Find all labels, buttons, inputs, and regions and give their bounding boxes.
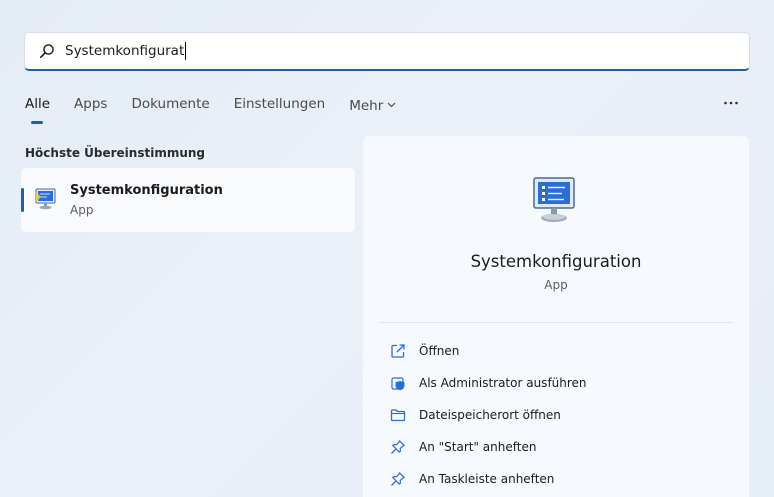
detail-subtitle: App [544, 278, 568, 292]
action-label: An Taskleiste anheften [419, 472, 555, 486]
action-pin-to-start[interactable]: An "Start" anheften [389, 436, 536, 458]
detail-title: Systemkonfiguration [470, 252, 642, 271]
divider [379, 322, 733, 323]
tab-apps[interactable]: Apps [74, 96, 107, 126]
tab-more[interactable]: Mehr [349, 96, 396, 126]
more-horizontal-icon[interactable] [722, 94, 740, 112]
action-label: Als Administrator ausführen [419, 376, 587, 390]
shield-icon [389, 374, 407, 392]
action-label: An "Start" anheften [419, 440, 537, 454]
tab-settings[interactable]: Einstellungen [234, 96, 326, 126]
text-caret [185, 42, 186, 60]
action-pin-to-taskbar[interactable]: An Taskleiste anheften [389, 468, 554, 490]
result-title: Systemkonfiguration [70, 183, 223, 198]
folder-icon [389, 406, 407, 424]
selection-indicator [21, 188, 24, 212]
action-label: Öffnen [419, 344, 460, 358]
search-icon [38, 42, 56, 60]
msconfig-app-icon [528, 174, 582, 228]
best-match-heading: Höchste Übereinstimmung [25, 146, 205, 160]
msconfig-app-icon [33, 186, 59, 212]
search-box[interactable] [24, 32, 750, 71]
action-run-as-admin[interactable]: Als Administrator ausführen [389, 372, 587, 394]
action-open[interactable]: Öffnen [389, 340, 459, 362]
tab-documents[interactable]: Dokumente [131, 96, 209, 126]
action-label: Dateispeicherort öffnen [419, 408, 561, 422]
detail-panel: Systemkonfiguration App Öffnen Als Admin… [363, 136, 749, 497]
tab-all[interactable]: Alle [25, 96, 50, 126]
open-external-icon [389, 342, 407, 360]
filter-tabs: Alle Apps Dokumente Einstellungen Mehr [25, 96, 420, 126]
pin-icon [389, 470, 407, 488]
result-subtitle: App [70, 203, 94, 217]
chevron-down-icon [387, 96, 396, 112]
action-open-file-location[interactable]: Dateispeicherort öffnen [389, 404, 561, 426]
best-match-result[interactable]: Systemkonfiguration App [21, 168, 355, 232]
search-input[interactable] [65, 43, 185, 59]
pin-icon [389, 438, 407, 456]
